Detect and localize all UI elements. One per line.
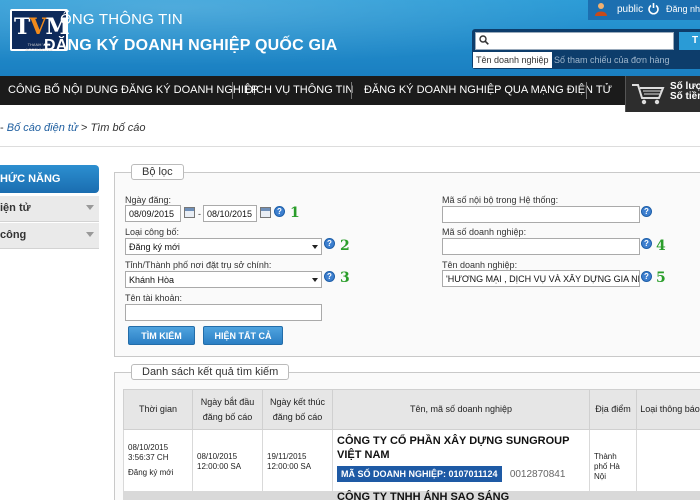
annotation-5: 5 — [656, 270, 666, 286]
province-select[interactable]: Khánh Hòa — [125, 271, 322, 288]
breadcrumb: - Bố cáo điện tử > Tìm bố cáo — [0, 122, 146, 134]
cell-location: Thành phố Hà Nội — [589, 429, 637, 492]
cell-time-date: 08/10/2015 — [128, 443, 169, 452]
chevron-down-icon — [86, 232, 94, 237]
date-to-input[interactable]: 08/10/2015 — [203, 205, 257, 222]
help-icon[interactable]: ? — [641, 238, 652, 249]
notice-type-label: Loại công bố: — [125, 227, 180, 237]
calendar-icon[interactable] — [260, 207, 271, 218]
chevron-down-icon — [312, 278, 318, 282]
breadcrumb-prefix: - — [0, 122, 4, 134]
login-link[interactable]: Đăng nh — [666, 4, 700, 14]
cell-end-date: 19/11/2015 12:00:00 SA — [262, 429, 333, 492]
date-label: Ngày đăng: — [125, 195, 172, 205]
date-separator: - — [198, 209, 201, 219]
cell-start-date — [192, 491, 263, 500]
company-name-label: Tên doanh nghiệp: — [442, 260, 518, 270]
old-code: 0012870841 — [509, 469, 566, 480]
cart-total: Số tiền — [670, 91, 700, 102]
user-icon — [595, 3, 607, 16]
col-header-end: Ngày kết thúc đăng bố cáo — [262, 389, 333, 430]
cart-icon — [632, 84, 665, 105]
breadcrumb-current: Tìm bố cáo — [90, 122, 146, 134]
search-submit-button[interactable]: TÌM KIẾM — [128, 326, 195, 345]
table-row[interactable]: CÔNG TY TNHH ÁNH SAO SÁNG — [123, 491, 700, 500]
breadcrumb-link-bulletin[interactable]: Bố cáo điện tử — [7, 122, 78, 134]
portal-title: ĐĂNG KÝ DOANH NGHIỆP QUỐC GIA — [44, 37, 338, 54]
chevron-down-icon — [312, 245, 318, 249]
company-name-input[interactable]: 'HƯƠNG MẠI , DỊCH VỤ VÀ XÂY DỰNG GIA NHẤ… — [442, 270, 640, 287]
help-icon[interactable]: ? — [641, 206, 652, 217]
cell-start-date: 08/10/2015 12:00:00 SA — [192, 429, 263, 492]
cell-notice-type — [636, 491, 700, 500]
col-header-notice-type: Loại thông báo — [636, 389, 700, 430]
nav-separator — [351, 82, 352, 99]
col-header-time: Thời gian — [123, 389, 193, 430]
search-button[interactable]: T — [679, 32, 700, 50]
company-name-link[interactable]: CÔNG TY TNHH ÁNH SAO SÁNG — [337, 492, 585, 500]
province-label: Tỉnh/Thành phố nơi đặt trụ sở chính: — [125, 260, 272, 270]
col-header-location: Địa điểm — [589, 389, 637, 430]
nav-item-online-registration[interactable]: ĐĂNG KÝ DOANH NGHIỆP QUA MẠNG ĐIỆN TỬ — [364, 84, 612, 96]
breadcrumb-separator: > — [80, 122, 88, 134]
user-name[interactable]: public — [617, 4, 643, 15]
notice-type-select[interactable]: Đăng ký mới — [125, 238, 322, 255]
power-icon[interactable] — [647, 2, 660, 15]
cell-time — [123, 491, 193, 500]
tax-id-input[interactable] — [442, 238, 640, 255]
cell-time: 08/10/2015 3:56:37 CH Đăng ký mới — [123, 429, 193, 492]
cell-company: CÔNG TY CỔ PHẦN XÂY DỰNG SUNGROUP VIỆT N… — [332, 429, 590, 492]
nav-separator — [232, 82, 233, 99]
table-row[interactable]: 08/10/2015 3:56:37 CH Đăng ký mới 08/10/… — [123, 429, 700, 492]
sidebar-item-label: công — [0, 229, 27, 241]
portal-subtitle: ỔNG THÔNG TIN — [60, 11, 183, 28]
sidebar-item-public[interactable]: công — [0, 223, 99, 249]
tax-id-label: Mã số doanh nghiệp: — [442, 227, 527, 237]
cell-company: CÔNG TY TNHH ÁNH SAO SÁNG — [332, 491, 590, 500]
sidebar-item-electronic[interactable]: iện tử — [0, 196, 99, 222]
show-all-button[interactable]: HIỆN TẤT CẢ — [203, 326, 283, 345]
account-label: Tên tài khoản: — [125, 293, 183, 303]
results-legend: Danh sách kết quả tìm kiếm — [131, 364, 290, 380]
results-table: Thời gian Ngày bắt đầu đăng bố cáo Ngày … — [123, 389, 700, 500]
annotation-2: 2 — [340, 238, 350, 254]
search-tab-order-ref[interactable]: Số tham chiếu của đơn hàng — [551, 52, 672, 68]
company-name-link[interactable]: CÔNG TY CỔ PHẦN XÂY DỰNG SUNGROUP VIỆT N… — [337, 434, 585, 462]
page-divider — [0, 146, 700, 147]
nav-item-info-services[interactable]: DỊCH VỤ THÔNG TIN — [245, 84, 353, 96]
sidebar-item-label: iện tử — [0, 202, 31, 214]
nav-separator — [586, 82, 587, 99]
annotation-3: 3 — [340, 270, 350, 286]
col-header-start: Ngày bắt đầu đăng bố cáo — [192, 389, 263, 430]
cell-end-date — [262, 491, 333, 500]
filter-legend: Bộ lọc — [131, 164, 184, 180]
chevron-down-icon — [86, 205, 94, 210]
help-icon[interactable]: ? — [274, 206, 285, 217]
internal-id-input[interactable] — [442, 206, 640, 223]
annotation-4: 4 — [656, 238, 666, 254]
enterprise-code-badge: MÃ SỐ DOANH NGHIỆP: 0107011124 — [337, 466, 502, 482]
col-header-company: Tên, mã số doanh nghiệp — [332, 389, 590, 430]
calendar-icon[interactable] — [184, 207, 195, 218]
table-header-row: Thời gian Ngày bắt đầu đăng bố cáo Ngày … — [123, 389, 700, 430]
search-input[interactable] — [475, 32, 674, 50]
help-icon[interactable]: ? — [641, 271, 652, 282]
cell-notice-type — [636, 429, 700, 492]
search-icon — [479, 35, 489, 45]
nav-item-publish[interactable]: CÔNG BỐ NỘI DUNG ĐĂNG KÝ DOANH NGHIỆP — [8, 84, 259, 96]
date-from-input[interactable]: 08/09/2015 — [125, 205, 181, 222]
account-input[interactable] — [125, 304, 322, 321]
help-icon[interactable]: ? — [324, 238, 335, 249]
cell-time-clock: 3:56:37 CH — [128, 453, 169, 462]
internal-id-label: Mã số nội bộ trong Hệ thống: — [442, 195, 559, 205]
cell-time-type: Đăng ký mới — [128, 468, 174, 477]
cell-location — [589, 491, 637, 500]
sidebar-title: HỨC NĂNG — [0, 165, 99, 193]
help-icon[interactable]: ? — [324, 271, 335, 282]
search-tab-company-name[interactable]: Tên doanh nghiệp — [473, 52, 552, 68]
annotation-1: 1 — [290, 205, 300, 221]
